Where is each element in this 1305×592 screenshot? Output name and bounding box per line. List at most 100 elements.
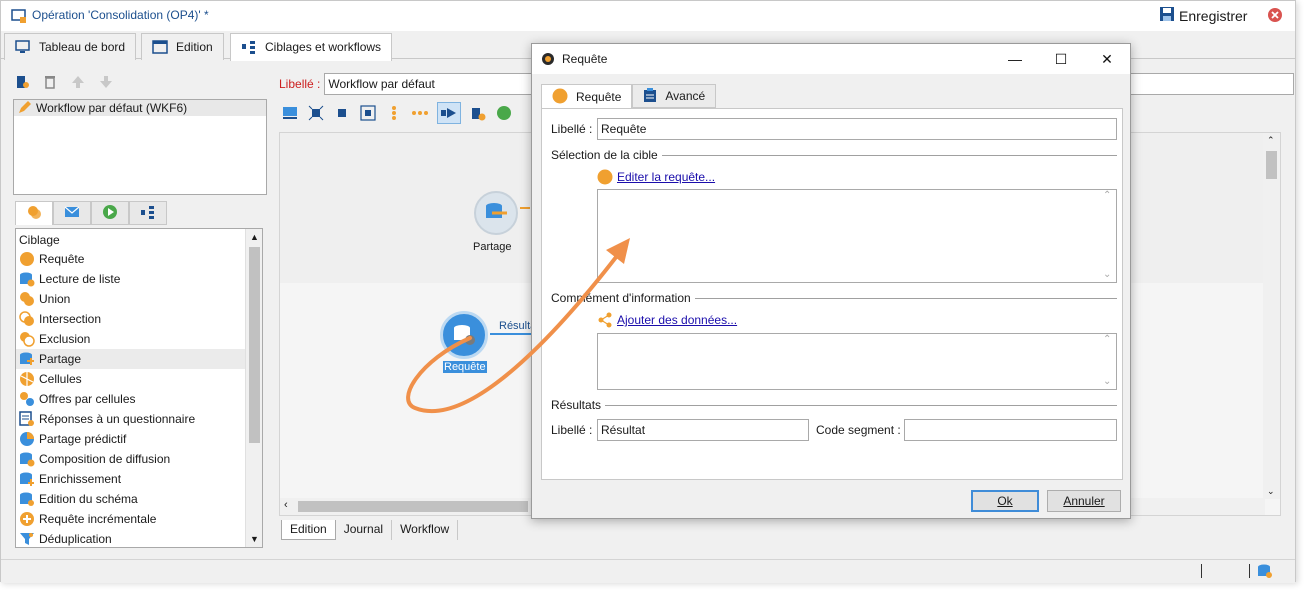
section-cible: Sélection de la cible <box>551 148 1117 162</box>
delete-icon[interactable] <box>41 73 59 91</box>
tab-edition[interactable]: Edition <box>141 33 224 60</box>
canvas-vscroll[interactable]: ⌃ ⌄ <box>1263 133 1280 499</box>
predictive-icon <box>19 431 35 447</box>
align-horizontal-icon[interactable] <box>411 104 429 122</box>
palette-item-label: Requête <box>39 252 85 266</box>
chevron-down-icon[interactable]: ⌄ <box>1103 269 1111 280</box>
new-workflow-icon[interactable] <box>13 73 31 91</box>
textarea-scrollbar[interactable]: ⌃ ⌄ <box>1099 190 1116 282</box>
node-requete[interactable] <box>440 311 488 359</box>
tab-edition-bottom[interactable]: Edition <box>281 520 336 540</box>
chevron-left-icon[interactable]: ‹ <box>284 499 288 511</box>
palette-item-label: Requête incrémentale <box>39 512 157 526</box>
close-icon[interactable]: ✕ <box>1084 44 1130 74</box>
zoom-box-icon[interactable] <box>359 104 377 122</box>
add-data-link[interactable]: Ajouter des données... <box>617 313 737 327</box>
canvas-hscroll-thumb[interactable] <box>298 501 528 512</box>
result-label-field[interactable]: Résultat <box>597 419 809 441</box>
tab-actions-palette[interactable] <box>129 201 167 225</box>
palette-item-deduplication[interactable]: Déduplication <box>16 529 262 547</box>
palette-item-incremental[interactable]: Requête incrémentale <box>16 509 262 529</box>
move-up-icon[interactable] <box>69 73 87 91</box>
segment-code-field[interactable] <box>904 419 1117 441</box>
minimize-icon[interactable]: — <box>992 44 1038 74</box>
start-icon[interactable] <box>495 104 513 122</box>
palette-item-reponses[interactable]: Réponses à un questionnaire <box>16 409 262 429</box>
palette-item-offres[interactable]: Offres par cellules <box>16 389 262 409</box>
status-bar <box>1 559 1295 583</box>
palette-item-intersection[interactable]: Intersection <box>16 309 262 329</box>
workflow-properties-icon[interactable] <box>469 104 487 122</box>
dialog-tabs: Requête Avancé <box>541 84 717 109</box>
tab-targeting-label: Ciblages et workflows <box>265 40 382 54</box>
tab-avance[interactable]: Avancé <box>632 84 717 108</box>
ok-button[interactable]: Ok <box>971 490 1039 512</box>
tab-journal[interactable]: Journal <box>336 520 393 540</box>
save-button[interactable]: Enregistrer <box>1159 6 1247 25</box>
square-icon[interactable] <box>333 104 351 122</box>
tab-dashboard[interactable]: Tableau de bord <box>4 33 137 60</box>
offers-icon <box>19 391 35 407</box>
tab-targeting-palette[interactable] <box>15 201 53 225</box>
tab-delivery-palette[interactable] <box>53 201 91 225</box>
chevron-up-icon[interactable]: ⌃ <box>1103 334 1111 345</box>
palette-item-cellules[interactable]: Cellules <box>16 369 262 389</box>
layout-icon[interactable] <box>281 104 299 122</box>
palette-item-union[interactable]: Union <box>16 289 262 309</box>
palette-item-enrichissement[interactable]: Enrichissement <box>16 469 262 489</box>
libelle-label: Libellé : <box>279 77 321 91</box>
chevron-up-icon[interactable]: ▲ <box>250 232 259 242</box>
tab-workflow[interactable]: Workflow <box>392 520 459 540</box>
database-status-icon <box>1257 563 1273 582</box>
tab-requete-label: Requête <box>576 90 622 104</box>
start-workflow-icon[interactable] <box>437 102 461 124</box>
title-bar: Opération 'Consolidation (OP4)' * Enregi… <box>1 1 1295 31</box>
maximize-icon[interactable]: ☐ <box>1038 44 1084 74</box>
status-divider <box>1249 564 1250 578</box>
palette-item-label: Enrichissement <box>39 472 122 486</box>
zoom-fit-icon[interactable] <box>307 104 325 122</box>
palette-item-composition[interactable]: Composition de diffusion <box>16 449 262 469</box>
palette-item-exclusion[interactable]: Exclusion <box>16 329 262 349</box>
chevron-down-icon[interactable]: ⌄ <box>1267 486 1275 497</box>
chevron-up-icon[interactable]: ⌃ <box>1267 135 1275 146</box>
clipboard-icon <box>643 87 657 106</box>
section-complement-title: Complément d'information <box>551 291 691 305</box>
cells-icon <box>19 371 35 387</box>
query-preview-area[interactable]: ⌃ ⌄ <box>597 189 1117 283</box>
node-partage[interactable] <box>474 191 518 235</box>
palette-item-list-read[interactable]: Lecture de liste <box>16 269 262 289</box>
additional-data-area[interactable]: ⌃ ⌄ <box>597 333 1117 390</box>
canvas-vscroll-thumb[interactable] <box>1266 151 1277 179</box>
palette-scroll-thumb[interactable] <box>249 247 260 443</box>
palette-item-requete[interactable]: Requête <box>16 249 262 269</box>
chevron-down-icon[interactable]: ⌄ <box>1103 376 1111 387</box>
tab-requete[interactable]: Requête <box>541 84 633 109</box>
query-label-field[interactable]: Requête <box>597 118 1117 140</box>
edit-query-link[interactable]: Editer la requête... <box>617 170 715 184</box>
palette-item-partage[interactable]: Partage <box>16 349 262 369</box>
palette-item-predictif[interactable]: Partage prédictif <box>16 429 262 449</box>
align-vertical-icon[interactable] <box>385 104 403 122</box>
chevron-down-icon[interactable]: ▼ <box>250 534 259 544</box>
envelope-icon <box>64 204 80 223</box>
tab-flow-control-palette[interactable] <box>91 201 129 225</box>
move-down-icon[interactable] <box>97 73 115 91</box>
palette-scrollbar[interactable]: ▲ ▼ <box>245 229 262 547</box>
split-icon <box>19 351 35 367</box>
activity-palette: Ciblage Requête Lecture de liste Union I… <box>15 228 263 548</box>
cancel-button[interactable]: Annuler <box>1047 490 1121 512</box>
union-icon <box>19 291 35 307</box>
incremental-icon <box>19 511 35 527</box>
list-item[interactable]: Workflow par défaut (WKF6) <box>14 100 266 116</box>
node-requete-label: Requête <box>443 361 487 373</box>
palette-heading: Ciblage <box>19 233 60 247</box>
dialog-title: Requête <box>562 52 608 66</box>
play-icon <box>102 204 118 223</box>
chevron-up-icon[interactable]: ⌃ <box>1103 190 1111 201</box>
close-icon[interactable] <box>1267 7 1283 26</box>
palette-item-schema[interactable]: Edition du schéma <box>16 489 262 509</box>
tab-targeting-workflows[interactable]: Ciblages et workflows <box>230 33 393 61</box>
textarea-scrollbar[interactable]: ⌃ ⌄ <box>1099 334 1116 389</box>
cancel-button-label: Annuler <box>1063 494 1105 508</box>
